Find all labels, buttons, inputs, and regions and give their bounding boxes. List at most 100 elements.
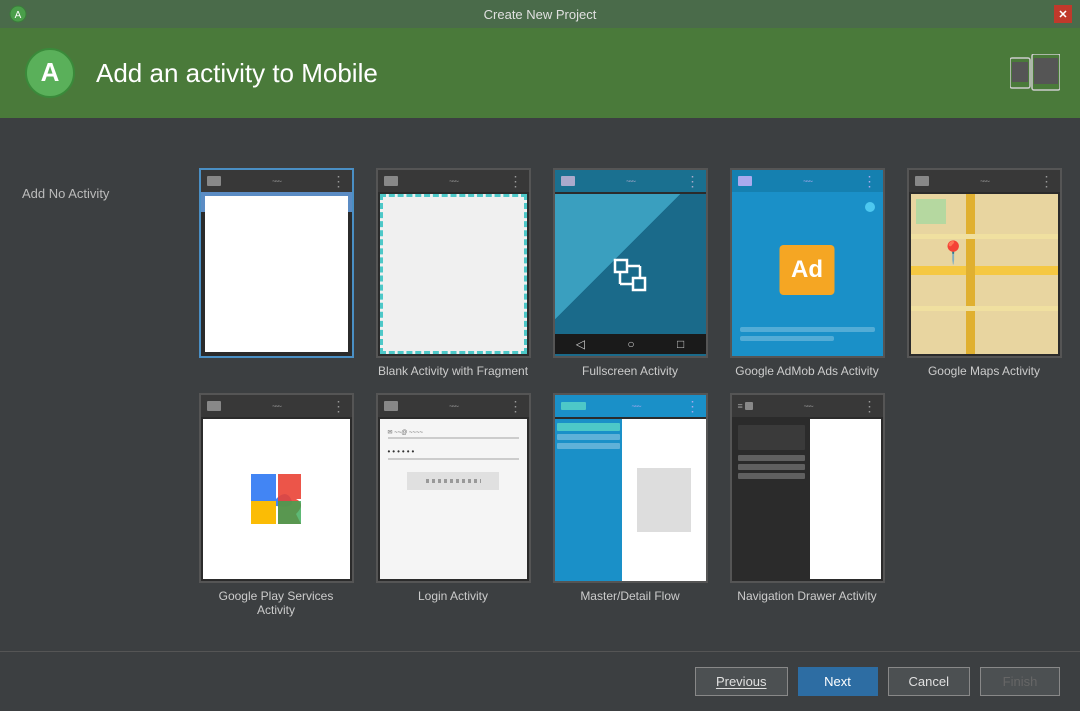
nav-drawer-thumb[interactable]: ≡ ~~~ ⋮ xyxy=(730,393,885,583)
phone-top-bar: ~~~ ⋮ xyxy=(732,170,883,192)
three-dots-icon: ⋮ xyxy=(863,399,877,413)
admob-thumb[interactable]: ~~~ ⋮ Ad xyxy=(730,168,885,358)
three-dots-icon: ⋮ xyxy=(686,174,700,188)
puzzle-icon xyxy=(241,464,311,534)
previous-button[interactable]: Previous xyxy=(695,667,788,696)
maps-label: Google Maps Activity xyxy=(928,364,1040,378)
activity-item-gps[interactable]: ~~~ ⋮ Google Play Services Activity xyxy=(195,393,357,617)
status-bar-item xyxy=(561,402,586,410)
android-logo: A xyxy=(20,43,80,103)
status-rect xyxy=(915,176,929,186)
master-detail-label: Master/Detail Flow xyxy=(580,589,679,603)
gps-screen xyxy=(203,419,350,579)
master-detail-thumb[interactable]: ~~~ ⋮ xyxy=(553,393,708,583)
activity-item-maps[interactable]: ~~~ ⋮ 📍 Google Maps Activity xyxy=(903,168,1065,378)
blank-screen xyxy=(205,196,348,352)
admob-label: Google AdMob Ads Activity xyxy=(735,364,878,378)
three-dots-icon: ⋮ xyxy=(863,174,877,188)
status-rect xyxy=(207,176,221,186)
nav-bar: ◁ ○ □ xyxy=(555,334,706,354)
status-rect xyxy=(745,402,753,410)
three-dots-icon: ⋮ xyxy=(332,399,346,413)
fullscreen-label: Fullscreen Activity xyxy=(582,364,678,378)
fullscreen-icon xyxy=(610,255,650,295)
master-detail-screen xyxy=(555,419,706,581)
maps-thumb[interactable]: ~~~ ⋮ 📍 xyxy=(907,168,1062,358)
blank-fragment-thumb[interactable]: ~~~ ⋮ xyxy=(376,168,531,358)
three-dots-icon: ⋮ xyxy=(686,399,700,413)
activity-item-blank[interactable]: ~~~ ⋮ Blank Activity xyxy=(195,168,357,378)
login-thumb[interactable]: ~~~ ⋮ ✉ ~~@ ~~~~ •••••• xyxy=(376,393,531,583)
login-button-mockup xyxy=(407,472,499,490)
three-dots-icon: ⋮ xyxy=(509,399,523,413)
header-title: Add an activity to Mobile xyxy=(96,58,378,89)
activity-grid: ~~~ ⋮ Blank Activity ~~~ ⋮ xyxy=(180,158,1080,651)
sidebar: Add No Activity xyxy=(0,158,180,651)
status-rect xyxy=(384,176,398,186)
status-wavy: ~~~ xyxy=(803,177,811,186)
close-button[interactable]: ✕ xyxy=(1054,5,1072,23)
device-icon xyxy=(1010,53,1060,93)
status-rect xyxy=(384,401,398,411)
title-bar: A Create New Project ✕ xyxy=(0,0,1080,28)
next-button[interactable]: Next xyxy=(798,667,878,696)
phone-top-bar: ~~~ ⋮ xyxy=(378,170,529,192)
three-dots-icon: ⋮ xyxy=(1040,174,1054,188)
finish-button[interactable]: Finish xyxy=(980,667,1060,696)
activity-item-admob[interactable]: ~~~ ⋮ Ad Google AdMob Ads Activity xyxy=(726,168,888,378)
svg-text:A: A xyxy=(41,57,60,87)
maps-screen: 📍 xyxy=(911,194,1058,354)
status-rect xyxy=(561,176,575,186)
header: A Add an activity to Mobile xyxy=(0,28,1080,118)
map-pin: 📍 xyxy=(940,242,967,264)
master-panel xyxy=(555,419,623,581)
status-wavy: ~~~ xyxy=(272,177,280,186)
gps-thumb[interactable]: ~~~ ⋮ xyxy=(199,393,354,583)
phone-top-bar: ~~~ ⋮ xyxy=(378,395,529,417)
phone-top-bar: ~~~ ⋮ xyxy=(201,170,352,192)
sidebar-item-add-no-activity[interactable]: Add No Activity xyxy=(10,178,170,209)
detail-rect xyxy=(637,468,691,533)
window-title: Create New Project xyxy=(484,7,597,22)
nav-drawer-content xyxy=(810,419,880,579)
nav-drawer-panel xyxy=(734,419,810,579)
status-wavy: ~~~ xyxy=(631,402,639,411)
gps-label: Google Play Services Activity xyxy=(199,589,354,617)
svg-text:A: A xyxy=(15,10,22,21)
status-wavy: ~~~ xyxy=(449,402,457,411)
bottom-bar: Previous Next Cancel Finish xyxy=(0,651,1080,711)
fragment-screen xyxy=(380,194,527,354)
phone-top-bar: ~~~ ⋮ xyxy=(909,170,1060,192)
login-screen: ✉ ~~@ ~~~~ •••••• xyxy=(380,419,527,579)
status-rect xyxy=(738,176,752,186)
status-wavy: ~~~ xyxy=(272,402,280,411)
activity-item-nav-drawer[interactable]: ≡ ~~~ ⋮ Navigation Dr xyxy=(726,393,888,617)
status-rect xyxy=(207,401,221,411)
activity-item-login[interactable]: ~~~ ⋮ ✉ ~~@ ~~~~ •••••• Login xyxy=(372,393,534,617)
activity-item-master-detail[interactable]: ~~~ ⋮ Master/Detail F xyxy=(549,393,711,617)
three-dots-icon: ⋮ xyxy=(509,174,523,188)
admob-dot xyxy=(865,202,875,212)
phone-top-bar: ~~~ ⋮ xyxy=(555,170,706,192)
blank-fragment-label: Blank Activity with Fragment xyxy=(378,364,528,378)
fullscreen-thumb[interactable]: ~~~ ⋮ ◁ ○ xyxy=(553,168,708,358)
activity-item-fullscreen[interactable]: ~~~ ⋮ ◁ ○ xyxy=(549,168,711,378)
phone-top-bar: ≡ ~~~ ⋮ xyxy=(732,395,883,417)
activity-item-blank-fragment[interactable]: ~~~ ⋮ Blank Activity with Fragment xyxy=(372,168,534,378)
fullscreen-screen xyxy=(555,194,706,356)
main-content: Add No Activity ~~~ ⋮ Blank Activity xyxy=(0,158,1080,651)
status-wavy: ~~~ xyxy=(980,177,988,186)
phone-top-bar: ~~~ ⋮ xyxy=(201,395,352,417)
wave-lines xyxy=(740,327,875,341)
status-wavy: ~~~ xyxy=(449,177,457,186)
detail-panel xyxy=(622,419,705,581)
android-studio-icon: A xyxy=(8,4,28,24)
phone-top-bar: ~~~ ⋮ xyxy=(555,395,706,417)
nav-drawer-label: Navigation Drawer Activity xyxy=(737,589,876,603)
admob-screen: Ad xyxy=(732,194,883,356)
status-wavy: ~~~ xyxy=(626,177,634,186)
ad-badge: Ad xyxy=(780,245,835,295)
three-dots-icon: ⋮ xyxy=(332,174,346,188)
blank-activity-thumb[interactable]: ~~~ ⋮ Blank Activity xyxy=(199,168,354,358)
cancel-button[interactable]: Cancel xyxy=(888,667,970,696)
